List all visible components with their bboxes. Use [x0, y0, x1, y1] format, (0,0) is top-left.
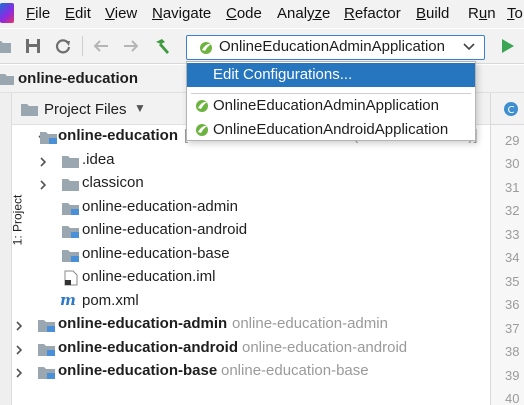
chevron-right-icon[interactable]: [38, 157, 48, 167]
line-number: 36: [505, 297, 520, 312]
project-view-selector[interactable]: Project Files: [44, 101, 127, 118]
tree-label: pom.xml: [82, 292, 139, 309]
tree-row-admin-module[interactable]: online-education-admin online-education-…: [12, 314, 490, 337]
module-folder-icon: [38, 320, 55, 332]
run-icon[interactable]: [498, 37, 516, 55]
menu-run[interactable]: Run: [468, 5, 496, 22]
tree-row-idea[interactable]: .idea: [12, 150, 490, 173]
module-file-icon: [64, 270, 78, 286]
tree-label: .idea: [82, 151, 115, 168]
open-folder-icon[interactable]: [0, 37, 12, 55]
tree-detail: online-education-admin: [232, 315, 388, 332]
tree-row-classicon[interactable]: classicon: [12, 173, 490, 196]
save-icon[interactable]: [24, 37, 42, 55]
tree-row-iml-file[interactable]: online-education.iml: [12, 267, 490, 290]
edit-configurations-item[interactable]: Edit Configurations...: [187, 63, 475, 87]
line-number: 32: [505, 203, 520, 218]
tree-row-base-module[interactable]: online-education-base online-education-b…: [12, 361, 490, 384]
chevron-right-icon[interactable]: [14, 321, 24, 331]
chevron-right-icon[interactable]: [38, 180, 48, 190]
editor-tab-bar: C: [490, 93, 524, 125]
line-number: 37: [505, 321, 520, 336]
tree-label: online-education-android: [82, 221, 248, 238]
synchronize-icon[interactable]: [54, 37, 72, 55]
intellij-logo-icon: [0, 3, 14, 23]
run-configuration-dropdown: Edit Configurations... OnlineEducationAd…: [186, 61, 476, 141]
spring-boot-icon: [200, 42, 212, 54]
chevron-down-icon: [463, 43, 475, 51]
chevron-right-icon[interactable]: [14, 345, 24, 355]
build-hammer-icon[interactable]: [153, 37, 171, 55]
java-class-icon[interactable]: C: [503, 101, 519, 117]
tree-label: online-education-admin: [58, 315, 228, 332]
tree-label: online-education-android: [58, 339, 238, 356]
tool-window-stripe: 1: Project: [0, 93, 24, 405]
line-number: 30: [505, 156, 520, 171]
tree-row-admin-folder[interactable]: online-education-admin: [12, 197, 490, 220]
menu-refactor[interactable]: Refactor: [344, 5, 401, 22]
toolbar-separator: [82, 36, 83, 56]
module-folder-icon: [38, 367, 55, 379]
caret-down-icon[interactable]: ▼: [134, 101, 146, 115]
tree-label: online-education-admin: [82, 198, 238, 215]
module-folder-icon: [38, 344, 55, 356]
menu-analyze[interactable]: Analyze: [277, 5, 330, 22]
module-folder-icon: [62, 250, 79, 262]
line-number: 31: [505, 180, 520, 195]
menu-build[interactable]: Build: [416, 5, 449, 22]
tree-label: online-education.iml: [82, 268, 216, 285]
module-folder-icon: [62, 226, 79, 238]
tree-detail: online-education-android: [242, 339, 408, 356]
spring-boot-icon: [196, 124, 208, 136]
config-item-label: OnlineEducationAndroidApplication: [213, 121, 449, 138]
menu-bar: File Edit View Navigate Code Analyze Ref…: [0, 0, 524, 28]
run-configuration-selector[interactable]: OnlineEducationAdminApplication: [186, 35, 485, 60]
forward-arrow-icon[interactable]: [122, 37, 140, 55]
maven-icon: m: [60, 291, 76, 309]
breadcrumb-project[interactable]: online-education: [18, 70, 138, 87]
tree-row-pom-xml[interactable]: m pom.xml: [12, 291, 490, 314]
line-number: 39: [505, 368, 520, 383]
line-number: 35: [505, 274, 520, 289]
module-folder-icon: [40, 132, 57, 144]
tree-row-base-folder[interactable]: online-education-base: [12, 244, 490, 267]
menu-file[interactable]: File: [26, 5, 50, 22]
tree-label: classicon: [82, 174, 144, 191]
run-configuration-label: OnlineEducationAdminApplication: [219, 38, 445, 55]
config-item-label: OnlineEducationAdminApplication: [213, 97, 439, 114]
spring-boot-icon: [196, 100, 208, 112]
line-number: 33: [505, 227, 520, 242]
line-number: 38: [505, 344, 520, 359]
edit-configurations-label: Edit Configurations...: [213, 66, 353, 83]
module-folder-icon: [62, 203, 79, 215]
config-item-android[interactable]: OnlineEducationAndroidApplication: [187, 118, 475, 142]
config-item-admin[interactable]: OnlineEducationAdminApplication: [187, 94, 475, 118]
tree-label: online-education-base: [58, 362, 218, 379]
line-number: 29: [505, 133, 520, 148]
tree-row-android-module[interactable]: online-education-android online-educatio…: [12, 338, 490, 361]
tree-label: online-education-base: [82, 245, 230, 262]
line-number: 40: [505, 391, 520, 405]
chevron-right-icon[interactable]: [14, 368, 24, 378]
tree-label: online-education: [58, 127, 178, 144]
tree-row-android-folder[interactable]: online-education-android: [12, 220, 490, 243]
back-arrow-icon[interactable]: [92, 37, 110, 55]
menu-navigate[interactable]: Navigate: [152, 5, 211, 22]
project-folder-icon: [0, 74, 14, 85]
menu-edit[interactable]: Edit: [65, 5, 91, 22]
folder-icon: [62, 156, 79, 168]
line-number: 34: [505, 250, 520, 265]
svg-text:C: C: [508, 105, 515, 116]
menu-tools[interactable]: To: [507, 5, 523, 22]
menu-code[interactable]: Code: [226, 5, 262, 22]
tree-detail: online-education-base: [221, 362, 369, 379]
line-number-gutter: 29 30 31 32 33 34 35 36 37 38 39 40: [490, 125, 524, 405]
folder-icon: [62, 179, 79, 191]
folder-icon: [21, 104, 38, 116]
menu-view[interactable]: View: [105, 5, 137, 22]
